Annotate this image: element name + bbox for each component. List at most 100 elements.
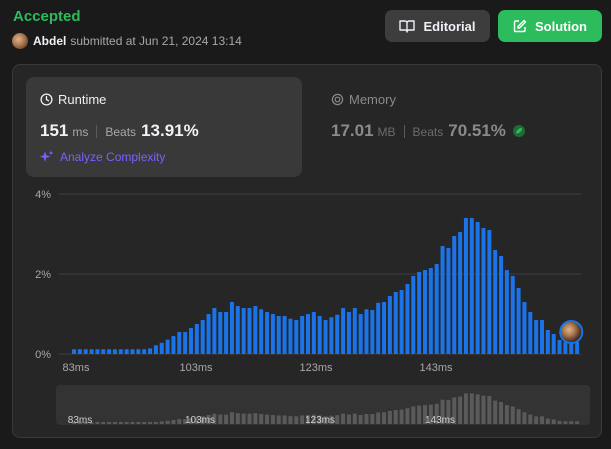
chart-bar[interactable] (212, 308, 217, 354)
chart-bar[interactable] (575, 342, 580, 354)
chart-bar[interactable] (142, 349, 147, 354)
chart-bar[interactable] (551, 334, 556, 354)
chart-bar[interactable] (469, 218, 474, 354)
chart-bar[interactable] (276, 316, 281, 354)
chart-bar[interactable] (259, 309, 264, 354)
chart-bar[interactable] (224, 312, 229, 354)
chart-bar[interactable] (382, 302, 387, 354)
chart-bar[interactable] (118, 349, 123, 354)
chart-bar[interactable] (329, 317, 334, 354)
chart-bar[interactable] (112, 349, 117, 354)
chart-bar[interactable] (528, 312, 533, 354)
submitter-line: Abdel submitted at Jun 21, 2024 13:14 (12, 33, 242, 49)
chart-bar[interactable] (534, 320, 539, 354)
chart-bar[interactable] (341, 308, 346, 354)
chart-bar[interactable] (311, 312, 316, 354)
chart-bar[interactable] (434, 264, 439, 354)
chart-bar[interactable] (130, 349, 135, 354)
overview-bar (101, 422, 106, 424)
chart-bar[interactable] (165, 339, 170, 354)
chart-bar[interactable] (352, 308, 357, 354)
chart-bar[interactable] (153, 345, 158, 354)
chart-bar[interactable] (282, 316, 287, 354)
chart-bar[interactable] (171, 336, 176, 354)
chart-bar[interactable] (487, 230, 492, 354)
chart-bar[interactable] (89, 349, 94, 354)
chart-bar[interactable] (493, 250, 498, 354)
chart-bar[interactable] (417, 272, 422, 354)
overview-bar (504, 405, 509, 424)
overview-bar (253, 413, 258, 424)
chart-bar[interactable] (358, 314, 363, 354)
chart-bar[interactable] (247, 308, 252, 354)
chart-bar[interactable] (148, 348, 153, 354)
user-runtime-avatar-marker[interactable] (559, 320, 584, 344)
chart-bar[interactable] (411, 276, 416, 354)
chart-bar[interactable] (563, 342, 568, 354)
chart-bar[interactable] (346, 312, 351, 354)
chart-bar[interactable] (159, 342, 164, 354)
chart-bar[interactable] (376, 302, 381, 354)
runtime-distribution-chart[interactable]: 4% 2% 0% 83ms 103ms 123ms 143ms 83ms 103ms 123ms 1… (13, 65, 601, 437)
chart-bar[interactable] (241, 308, 246, 354)
editorial-button[interactable]: Editorial (385, 10, 490, 42)
chart-bar[interactable] (393, 292, 398, 354)
chart-bar[interactable] (218, 312, 223, 354)
chart-bar[interactable] (124, 349, 129, 354)
chart-bar[interactable] (265, 312, 270, 354)
chart-bar[interactable] (235, 306, 240, 354)
chart-bar[interactable] (200, 320, 205, 354)
chart-bar[interactable] (405, 284, 410, 354)
chart-bar[interactable] (399, 290, 404, 354)
chart-bar[interactable] (557, 340, 562, 354)
overview-tick-label: 103ms (185, 415, 215, 426)
chart-bar[interactable] (481, 228, 486, 354)
chart-bar[interactable] (107, 349, 112, 354)
chart-bar[interactable] (77, 349, 82, 354)
chart-bar[interactable] (458, 232, 463, 354)
chart-bar[interactable] (72, 349, 76, 354)
overview-bar (387, 410, 392, 424)
chart-bar[interactable] (475, 222, 480, 354)
chart-bar[interactable] (428, 268, 433, 354)
chart-bar[interactable] (370, 310, 375, 354)
chart-bar[interactable] (510, 276, 515, 354)
solution-label: Solution (535, 18, 587, 34)
chart-bar[interactable] (294, 320, 299, 354)
chart-bar[interactable] (423, 270, 427, 354)
chart-bar[interactable] (522, 302, 527, 354)
chart-bar[interactable] (499, 256, 504, 354)
chart-bar[interactable] (194, 324, 199, 354)
overview-bar (475, 394, 480, 424)
chart-bar[interactable] (136, 349, 141, 354)
solution-button[interactable]: Solution (498, 10, 602, 42)
chart-bar[interactable] (463, 218, 468, 354)
submitter-name[interactable]: Abdel (33, 34, 66, 48)
chart-bar[interactable] (177, 332, 182, 354)
chart-bar[interactable] (516, 288, 521, 354)
chart-bar[interactable] (306, 314, 310, 354)
chart-bar[interactable] (95, 349, 100, 354)
chart-bar[interactable] (446, 248, 451, 354)
chart-bar[interactable] (83, 349, 88, 354)
chart-bar[interactable] (206, 314, 211, 354)
chart-bar[interactable] (504, 270, 509, 354)
chart-bar[interactable] (335, 314, 340, 354)
chart-bar[interactable] (270, 314, 275, 354)
chart-bar[interactable] (183, 332, 188, 354)
chart-bar[interactable] (323, 320, 328, 354)
chart-bar[interactable] (189, 328, 193, 354)
chart-bar[interactable] (288, 318, 293, 354)
avatar[interactable] (12, 33, 28, 49)
chart-bar[interactable] (545, 330, 550, 354)
chart-bar[interactable] (364, 309, 369, 354)
chart-bar[interactable] (101, 349, 106, 354)
chart-bar[interactable] (452, 236, 457, 354)
chart-bar[interactable] (317, 316, 322, 354)
chart-bar[interactable] (300, 316, 305, 354)
chart-bar[interactable] (387, 296, 392, 354)
chart-bar[interactable] (440, 246, 445, 354)
chart-bar[interactable] (540, 320, 544, 354)
chart-bar[interactable] (253, 306, 258, 354)
chart-bar[interactable] (229, 302, 234, 354)
